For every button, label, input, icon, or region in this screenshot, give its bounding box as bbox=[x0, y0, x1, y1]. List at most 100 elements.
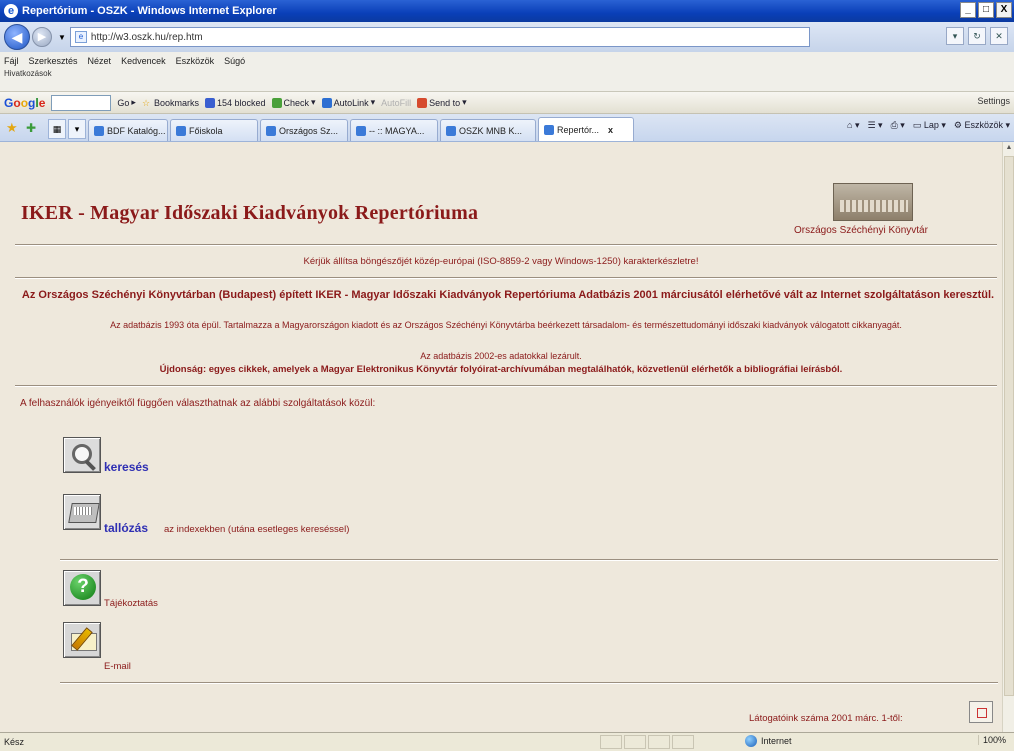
menu-tools[interactable]: Eszközök bbox=[176, 56, 215, 66]
minimize-button[interactable]: _ bbox=[960, 2, 976, 18]
forward-button[interactable]: ▶ bbox=[32, 27, 52, 47]
tab-bdf[interactable]: BDF Katalóg... bbox=[88, 119, 168, 141]
tab-oszk-mnb[interactable]: OSZK MNB K... bbox=[440, 119, 536, 141]
menu-file[interactable]: Fájl bbox=[4, 56, 19, 66]
zoom-level[interactable]: 100% bbox=[977, 735, 1010, 745]
oszk-link[interactable]: Országos Széchényi Könyvtár bbox=[794, 225, 928, 236]
status-bar: Kész Internet 100% bbox=[0, 732, 1014, 751]
search-link[interactable]: keresés bbox=[104, 460, 149, 474]
email-icon[interactable] bbox=[63, 622, 101, 658]
tab-favicon-icon bbox=[544, 124, 554, 135]
window-controls: _ □ X bbox=[960, 2, 1012, 18]
browse-link[interactable]: tallózás bbox=[104, 521, 148, 535]
page-content: IKER - Magyar Időszaki Kiadványok Repert… bbox=[0, 142, 1002, 732]
status-panel bbox=[672, 735, 694, 749]
browse-description: az indexekben (utána esetleges keresésse… bbox=[164, 524, 350, 535]
refresh-button[interactable]: ↻ bbox=[968, 27, 986, 45]
quick-tabs-button[interactable]: ▦ bbox=[48, 119, 66, 139]
tab-oszk[interactable]: Országos Sz... bbox=[260, 119, 348, 141]
info-link[interactable]: Tájékoztatás bbox=[104, 598, 158, 609]
links-bar[interactable]: Hivatkozások bbox=[0, 66, 1014, 78]
favorites-star-icon[interactable]: ★ bbox=[6, 121, 20, 135]
menu-bar: Fájl Szerkesztés Nézet Kedvencek Eszközö… bbox=[0, 52, 1014, 92]
stop-button[interactable]: ✕ bbox=[990, 27, 1008, 45]
window-title: Repertórium - OSZK - Windows Internet Ex… bbox=[22, 5, 277, 17]
intro-small-text: Az adatbázis 1993 óta épül. Tartalmazza … bbox=[110, 320, 902, 330]
tab-list-button[interactable]: ▾ bbox=[68, 119, 86, 139]
divider bbox=[15, 244, 997, 246]
url-dropdown-button[interactable]: ▾ bbox=[946, 27, 964, 45]
intro-bold-text: Az Országos Széchényi Könyvtárban (Budap… bbox=[21, 289, 995, 301]
back-button[interactable]: ◀ bbox=[4, 24, 30, 50]
add-favorite-icon[interactable]: ✚ bbox=[26, 121, 40, 135]
history-dropdown-icon[interactable]: ▼ bbox=[58, 33, 66, 42]
tab-favicon-icon bbox=[446, 125, 456, 136]
status-panel bbox=[648, 735, 670, 749]
globe-icon bbox=[745, 735, 757, 747]
url-text: http://w3.oszk.hu/rep.htm bbox=[90, 31, 203, 43]
zone-label: Internet bbox=[761, 736, 792, 746]
home-icon[interactable]: ⌂ ▾ bbox=[847, 120, 859, 131]
menu-view[interactable]: Nézet bbox=[88, 56, 112, 66]
scroll-thumb[interactable] bbox=[1004, 156, 1014, 696]
tab-repertorium[interactable]: Repertór... x bbox=[538, 117, 634, 141]
command-bar: ⌂ ▾ ☰ ▾ ⎙ ▾ ▭ Lap ▾ ⚙ Eszközök ▾ bbox=[847, 120, 1010, 131]
status-panel bbox=[624, 735, 646, 749]
toolbar-autofill[interactable]: AutoFill bbox=[381, 98, 411, 108]
toolbar-send-to[interactable]: Send to ▾ bbox=[417, 97, 467, 108]
google-toolbar: Google Go ▸ ☆ Bookmarks 154 blocked Check… bbox=[0, 92, 1014, 114]
tab-favicon-icon bbox=[176, 125, 186, 136]
address-actions: ▾ ↻ ✕ bbox=[946, 27, 1008, 45]
vertical-scrollbar[interactable]: ▲ bbox=[1002, 142, 1014, 732]
close-window-button[interactable]: X bbox=[996, 2, 1012, 18]
menu-edit[interactable]: Szerkesztés bbox=[29, 56, 78, 66]
google-logo: Google bbox=[4, 95, 46, 110]
tab-bar: ★ ✚ ▦ ▾ BDF Katalóg... Főiskola Országos… bbox=[0, 114, 1014, 142]
scroll-up-icon[interactable]: ▲ bbox=[1003, 142, 1014, 154]
maximize-button[interactable]: □ bbox=[978, 2, 994, 18]
tab-magyar[interactable]: -- :: MAGYA... bbox=[350, 119, 438, 141]
news-text: Újdonság: egyes cikkek, amelyek a Magyar… bbox=[159, 364, 843, 375]
toolbar-popup-blocked[interactable]: 154 blocked bbox=[204, 97, 266, 108]
status-panel bbox=[600, 735, 622, 749]
page-title: IKER - Magyar Időszaki Kiadványok Repert… bbox=[21, 202, 479, 224]
charset-message: Kérjük állítsa böngészőjét közép-európai… bbox=[303, 256, 699, 267]
tools-menu[interactable]: ⚙ Eszközök ▾ bbox=[954, 120, 1010, 131]
services-intro: A felhasználók igényeiktől függően válas… bbox=[20, 398, 376, 409]
status-text: Kész bbox=[4, 737, 25, 747]
security-zone[interactable]: Internet bbox=[745, 735, 792, 747]
close-tab-button[interactable]: x bbox=[608, 125, 613, 135]
feeds-icon[interactable]: ☰ ▾ bbox=[867, 120, 882, 131]
toolbar-autolink[interactable]: AutoLink ▾ bbox=[321, 97, 375, 108]
google-go-button[interactable]: Go ▸ bbox=[117, 97, 136, 108]
email-link[interactable]: E-mail bbox=[104, 661, 131, 672]
visitor-counter-text: Látogatóink száma 2001 márc. 1-től: bbox=[749, 713, 903, 724]
visitor-counter-image bbox=[969, 701, 993, 723]
search-icon[interactable] bbox=[63, 437, 101, 473]
google-search-input[interactable] bbox=[51, 94, 112, 111]
toolbar-check[interactable]: Check ▾ bbox=[271, 97, 316, 108]
tab-foiskola[interactable]: Főiskola bbox=[170, 119, 258, 141]
url-input[interactable]: e http://w3.oszk.hu/rep.htm bbox=[69, 27, 810, 47]
divider bbox=[15, 277, 997, 279]
divider bbox=[60, 559, 998, 561]
help-icon[interactable] bbox=[63, 570, 101, 606]
oszk-building-image[interactable] bbox=[833, 183, 913, 221]
divider bbox=[15, 385, 997, 387]
closed-note: Az adatbázis 2002-es adatokkal lezárult. bbox=[420, 351, 582, 361]
print-icon[interactable]: ⎙ ▾ bbox=[891, 120, 905, 131]
ie-logo-icon: e bbox=[4, 4, 18, 18]
tab-favicon-icon bbox=[356, 125, 366, 136]
browse-icon[interactable] bbox=[63, 494, 101, 530]
tab-favicon-icon bbox=[94, 125, 104, 136]
toolbar-bookmarks[interactable]: ☆ Bookmarks bbox=[142, 98, 199, 108]
address-bar: ◀ ▶ ▼ e http://w3.oszk.hu/rep.htm ▾ ↻ ✕ bbox=[0, 22, 1014, 52]
toolbar-settings[interactable]: Settings bbox=[977, 96, 1010, 106]
window-title-bar: e Repertórium - OSZK - Windows Internet … bbox=[0, 0, 1014, 22]
menu-help[interactable]: Súgó bbox=[224, 56, 245, 66]
menu-favorites[interactable]: Kedvencek bbox=[121, 56, 166, 66]
page-icon: e bbox=[74, 31, 87, 43]
status-panels bbox=[600, 735, 694, 749]
page-menu[interactable]: ▭ Lap ▾ bbox=[913, 120, 946, 131]
tab-favicon-icon bbox=[266, 125, 276, 136]
